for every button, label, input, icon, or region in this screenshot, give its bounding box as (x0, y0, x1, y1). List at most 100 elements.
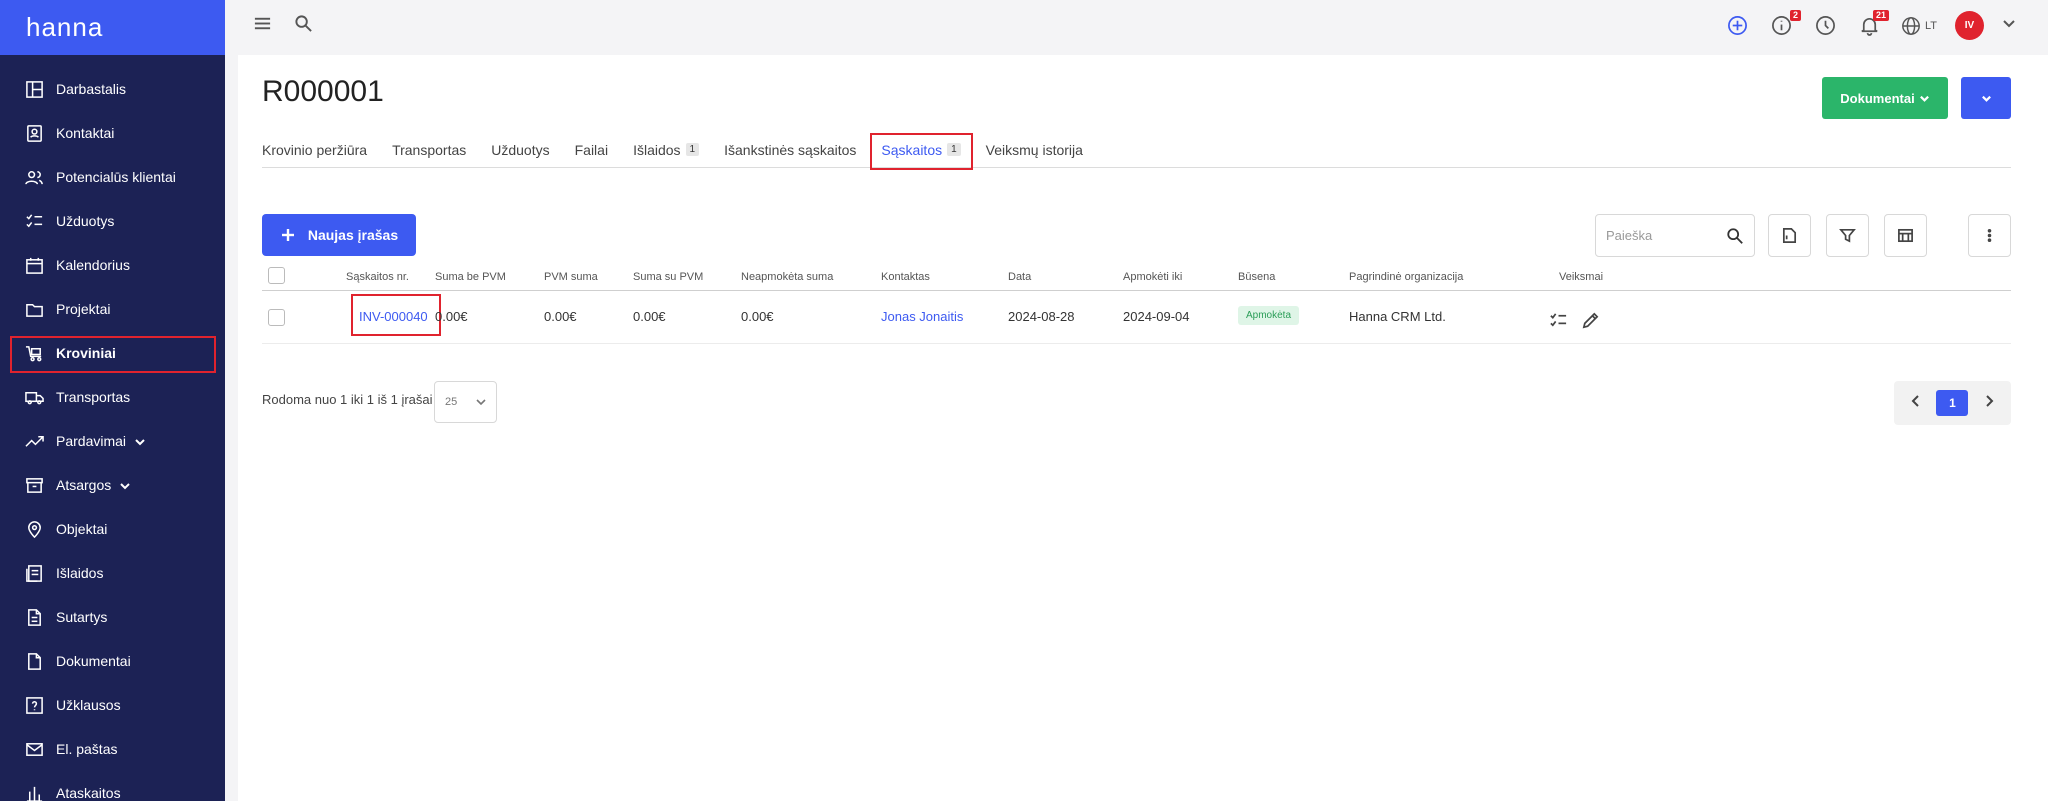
sidebar-item-atsargos[interactable]: Atsargos (0, 463, 225, 507)
sidebar-item-el-pastas[interactable]: El. paštas (0, 727, 225, 771)
chevron-down-icon[interactable] (2002, 16, 2016, 35)
edit-pencil-icon[interactable] (1579, 309, 1601, 331)
sidebar-item-label: Pardavimai (56, 433, 127, 449)
sidebar-item-label: Kontaktai (56, 125, 115, 141)
select-all-checkbox[interactable] (268, 267, 285, 284)
sidebar-item-kroviniai[interactable]: Kroviniai (0, 331, 225, 375)
sidebar-item-transportas[interactable]: Transportas (0, 375, 225, 419)
more-actions-button[interactable] (1961, 77, 2011, 119)
tab-label: Krovinio peržiūra (262, 141, 368, 158)
main-panel: R000001 Dokumentai Krovinio peržiūra Tra… (238, 55, 2048, 801)
documents-button[interactable]: Dokumentai (1822, 77, 1948, 119)
chevron-down-icon[interactable] (119, 479, 131, 491)
sidebar-item-projektai[interactable]: Projektai (0, 287, 225, 331)
export-button[interactable] (1768, 214, 1811, 257)
column-header-sum-with-vat[interactable]: Suma su PVM (633, 271, 703, 283)
tab-transportas[interactable]: Transportas (392, 132, 466, 168)
tab-uzduotys[interactable]: Užduotys (491, 132, 549, 168)
tab-islaidos[interactable]: Išlaidos 1 (633, 132, 700, 168)
sidebar-item-label: Dokumentai (56, 653, 131, 669)
avatar[interactable]: IV (1955, 11, 1984, 40)
column-header-invoice-no[interactable]: Sąskaitos nr. (346, 271, 409, 283)
chevron-down-icon (1981, 95, 1991, 102)
column-header-unpaid-sum[interactable]: Neapmokėta suma (741, 271, 833, 283)
new-record-button[interactable]: Naujas įrašas (262, 214, 416, 256)
clock-icon[interactable] (1813, 13, 1839, 39)
sidebar: hanna Darbastalis Kontaktai Potencialūs … (0, 0, 225, 801)
tab-label: Transportas (392, 141, 467, 158)
current-page-button[interactable]: 1 (1936, 390, 1969, 416)
sidebar-item-label: Ataskaitos (56, 785, 121, 801)
tab-veiksmu-istorija[interactable]: Veiksmų istorija (986, 132, 1083, 168)
checklist-icon[interactable] (1547, 309, 1569, 331)
cell-sum-with-vat: 0.00€ (633, 309, 666, 324)
sidebar-item-islaidos[interactable]: Išlaidos (0, 551, 225, 595)
add-circle-icon[interactable] (1725, 13, 1751, 39)
sidebar-item-kalendorius[interactable]: Kalendorius (0, 243, 225, 287)
tab-isankstines-saskaitos[interactable]: Išankstinės sąskaitos (724, 132, 856, 168)
sidebar-item-label: Potencialūs klientai (56, 169, 176, 185)
reports-icon (24, 783, 44, 801)
sidebar-item-label: Projektai (56, 301, 111, 317)
cell-vat-sum: 0.00€ (544, 309, 577, 324)
sidebar-item-label: Išlaidos (56, 565, 104, 581)
column-header-contact[interactable]: Kontaktas (881, 271, 930, 283)
language-selector[interactable]: LT (1901, 16, 1937, 36)
sidebar-item-uzklausos[interactable]: Užklausos (0, 683, 225, 727)
tab-failai[interactable]: Failai (575, 132, 608, 168)
dashboard-icon (24, 79, 44, 99)
sidebar-item-sutartys[interactable]: Sutartys (0, 595, 225, 639)
chevron-down-icon[interactable] (134, 435, 146, 447)
tab-count-badge: 1 (947, 143, 961, 156)
sidebar-item-label: Objektai (56, 521, 108, 537)
column-header-pay-until[interactable]: Apmokėti iki (1123, 271, 1182, 283)
bell-icon[interactable]: 21 (1857, 9, 1889, 39)
sidebar-item-potencialus-klientai[interactable]: Potencialūs klientai (0, 155, 225, 199)
plus-icon (281, 229, 294, 241)
sidebar-item-dokumentai[interactable]: Dokumentai (0, 639, 225, 683)
sidebar-item-label: Kroviniai (56, 345, 116, 361)
table-row: INV-000040 0.00€ 0.00€ 0.00€ 0.00€ Jonas… (262, 292, 2011, 344)
column-header-actions: Veiksmai (1559, 271, 1604, 283)
column-header-organization[interactable]: Pagrindinė organizacija (1349, 271, 1463, 283)
column-header-status[interactable]: Būsena (1238, 271, 1275, 283)
column-header-sum-no-vat[interactable]: Suma be PVM (435, 271, 506, 283)
next-page-icon[interactable] (1982, 394, 1996, 413)
search-icon[interactable] (294, 14, 313, 38)
cell-pay-until: 2024-09-04 (1123, 309, 1190, 324)
expenses-icon (24, 563, 44, 583)
kebab-menu-button[interactable] (1968, 214, 2011, 257)
sidebar-item-objektai[interactable]: Objektai (0, 507, 225, 551)
file-icon (1782, 228, 1797, 243)
sidebar-item-pardavimai[interactable]: Pardavimai (0, 419, 225, 463)
tab-saskaitos[interactable]: Sąskaitos 1 (870, 132, 973, 170)
cargo-icon (24, 343, 44, 363)
cell-unpaid-sum: 0.00€ (741, 309, 774, 324)
info-icon[interactable]: 2 (1769, 9, 1801, 39)
sidebar-item-label: Sutartys (56, 609, 108, 625)
prev-page-icon[interactable] (1909, 394, 1923, 413)
contact-link[interactable]: Jonas Jonaitis (881, 309, 963, 324)
app-logo[interactable]: hanna (26, 12, 103, 43)
language-label: LT (1924, 19, 1937, 32)
column-header-date[interactable]: Data (1008, 271, 1031, 283)
sidebar-item-label: El. paštas (56, 741, 118, 757)
sidebar-item-uzduotys[interactable]: Užduotys (0, 199, 225, 243)
filter-button[interactable] (1826, 214, 1869, 257)
invoice-number-link[interactable]: INV-000040 (359, 309, 428, 324)
sidebar-item-kontaktai[interactable]: Kontaktai (0, 111, 225, 155)
calendar-icon (24, 255, 44, 275)
page-size-select[interactable]: 25 (434, 381, 497, 423)
sidebar-item-darbastalis[interactable]: Darbastalis (0, 67, 225, 111)
row-checkbox[interactable] (268, 309, 285, 326)
sidebar-item-ataskaitos[interactable]: Ataskaitos (0, 771, 225, 801)
columns-button[interactable] (1884, 214, 1927, 257)
search-input[interactable] (1606, 228, 1716, 243)
tab-krovinio-perziura[interactable]: Krovinio peržiūra (262, 132, 367, 168)
tab-label: Išankstinės sąskaitos (724, 141, 857, 158)
menu-icon[interactable] (253, 14, 272, 38)
trend-icon (24, 431, 44, 451)
mail-icon (24, 739, 44, 759)
truck-icon (24, 387, 44, 407)
column-header-vat-sum[interactable]: PVM suma (544, 271, 598, 283)
